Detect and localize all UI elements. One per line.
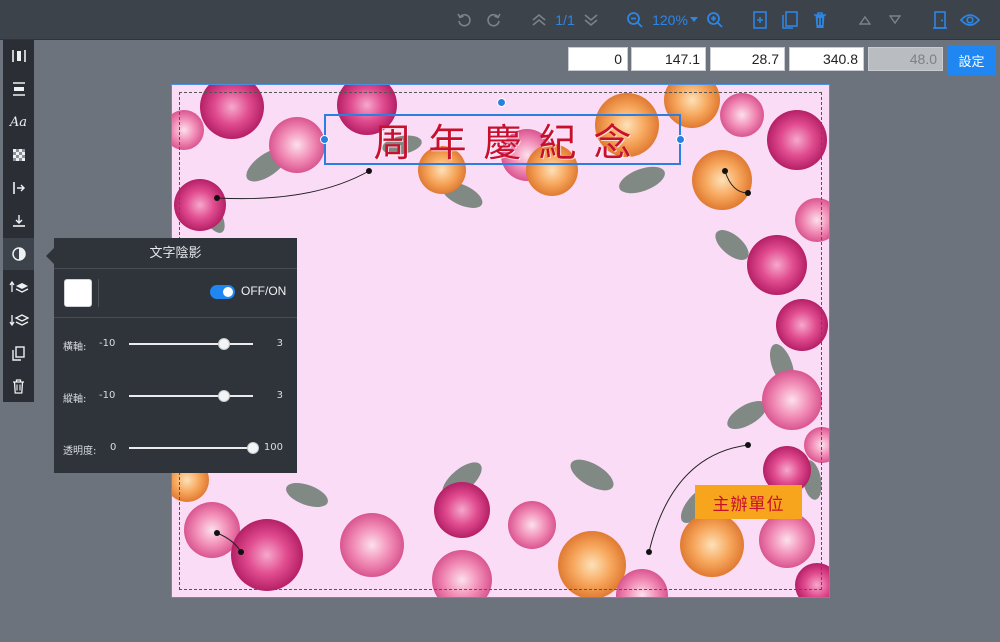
zoom-in-icon[interactable] [706, 10, 724, 30]
title-text[interactable]: 周年慶紀念 [326, 116, 679, 165]
height-input[interactable]: 340.8 [789, 47, 864, 71]
font-size-input: 48.0 [868, 47, 943, 71]
shadow-toggle-switch[interactable] [210, 285, 235, 299]
vertical-offset-row: 縱軸: -10 3 [54, 386, 297, 406]
vertical-offset-slider[interactable] [129, 390, 253, 402]
page-up-icon[interactable] [531, 10, 547, 30]
top-toolbar: 1/1 120% [0, 0, 1000, 40]
zoom-dropdown-icon[interactable] [690, 10, 698, 30]
y-coordinate-input[interactable]: 147.1 [631, 47, 706, 71]
move-up-icon[interactable] [858, 10, 872, 30]
font-icon[interactable]: Aa [3, 106, 34, 138]
slider-min: -10 [99, 390, 116, 401]
resize-handle-left[interactable] [320, 135, 329, 144]
move-down-icon[interactable] [3, 205, 34, 237]
slider-label: 透明度: [63, 446, 97, 457]
preview-eye-icon[interactable] [960, 10, 980, 30]
selected-title-textbox[interactable]: 周年慶紀念 [320, 98, 685, 165]
align-vertical-icon[interactable] [3, 73, 34, 105]
zoom-out-icon[interactable] [626, 10, 644, 30]
x-coordinate-input[interactable]: 0 [568, 47, 628, 71]
slider-max: 3 [276, 390, 283, 401]
undo-icon[interactable] [455, 10, 473, 30]
move-down-icon[interactable] [888, 10, 902, 30]
divider [98, 279, 99, 307]
horizontal-offset-row: 橫軸: -10 3 [54, 334, 297, 354]
slider-max: 100 [263, 442, 283, 453]
horizontal-offset-slider[interactable] [129, 338, 253, 350]
align-horizontal-icon[interactable] [3, 40, 34, 72]
text-shadow-panel: 文字陰影 OFF/ON 橫軸: -10 3 縱軸: -10 3 透明度: 0 1… [54, 238, 297, 473]
bring-forward-icon[interactable] [3, 271, 34, 303]
page-indicator: 1/1 [555, 12, 575, 28]
host-label[interactable]: 主辦單位 [695, 485, 802, 519]
panel-pointer [46, 248, 54, 264]
exit-icon[interactable] [932, 10, 948, 30]
panel-title: 文字陰影 [54, 238, 297, 269]
left-toolbar: Aa [3, 40, 34, 402]
set-button[interactable]: 設定 [947, 45, 996, 75]
shadow-icon[interactable] [3, 238, 34, 270]
transparency-icon[interactable] [3, 139, 34, 171]
add-page-icon[interactable] [752, 10, 768, 30]
slider-thumb[interactable] [218, 338, 231, 350]
slider-label: 縱軸: [63, 394, 87, 405]
duplicate-page-icon[interactable] [782, 10, 798, 30]
send-backward-icon[interactable] [3, 304, 34, 336]
toggle-label: OFF/ON [241, 284, 287, 298]
redo-icon[interactable] [485, 10, 503, 30]
slider-thumb[interactable] [218, 390, 231, 402]
shadow-color-swatch[interactable] [64, 279, 92, 307]
divider [54, 317, 297, 318]
trash-icon[interactable] [3, 370, 34, 402]
width-input[interactable]: 28.7 [710, 47, 785, 71]
opacity-row: 透明度: 0 100 [54, 438, 297, 458]
slider-label: 橫軸: [63, 342, 87, 353]
rotate-handle[interactable] [497, 98, 506, 107]
opacity-slider[interactable] [129, 442, 259, 454]
slider-thumb[interactable] [247, 442, 259, 454]
delete-page-icon[interactable] [812, 10, 828, 30]
slider-min: -10 [99, 338, 116, 349]
slider-max: 3 [276, 338, 283, 349]
move-right-icon[interactable] [3, 172, 34, 204]
copy-icon[interactable] [3, 337, 34, 369]
slider-min: 0 [110, 442, 117, 453]
page-down-icon[interactable] [583, 10, 599, 30]
resize-handle-right[interactable] [676, 135, 685, 144]
zoom-level[interactable]: 120% [651, 10, 689, 30]
